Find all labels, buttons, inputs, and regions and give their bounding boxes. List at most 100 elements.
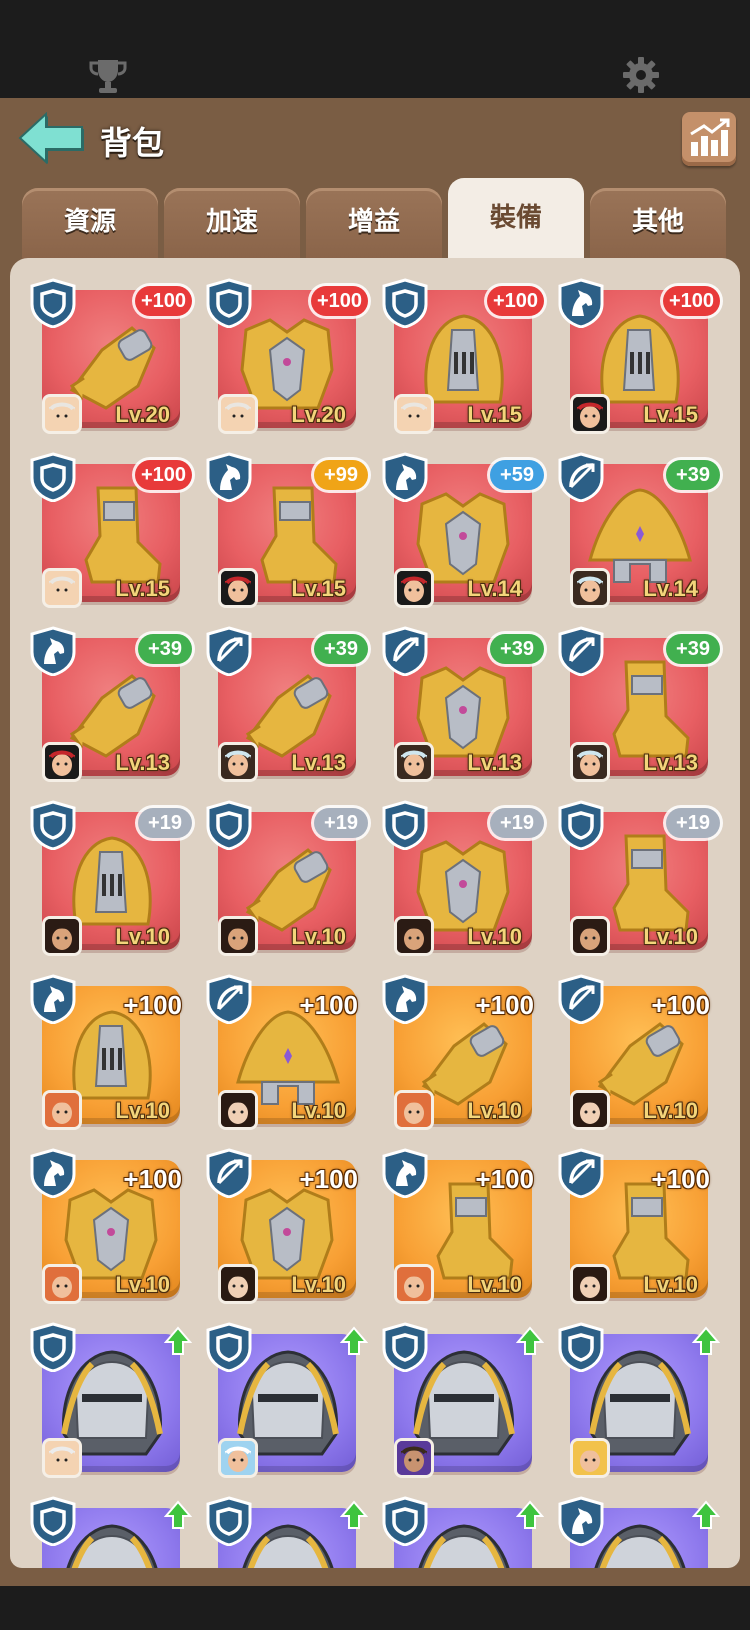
level-label: Lv.10: [467, 1098, 522, 1123]
bonus-badge: +100: [310, 286, 368, 316]
hero-avatar: [42, 916, 82, 956]
hero-avatar: [394, 1090, 434, 1130]
bow-icon: [382, 626, 428, 676]
shield-icon: [382, 1322, 428, 1372]
equipment-item[interactable]: [206, 1496, 368, 1568]
bonus-badge: +39: [490, 634, 544, 664]
equipment-item[interactable]: +100 Lv.10: [382, 974, 544, 1136]
equipment-item[interactable]: +100 Lv.10: [206, 974, 368, 1136]
hero-avatar: [570, 916, 610, 956]
tab-equipment[interactable]: 裝備: [448, 178, 584, 260]
hero-avatar: [570, 1090, 610, 1130]
hero-avatar: [218, 568, 258, 608]
equipment-item[interactable]: [382, 1496, 544, 1568]
shield-icon: [206, 1322, 252, 1372]
equipment-item[interactable]: +19 Lv.10: [30, 800, 192, 962]
horse-icon: [558, 278, 604, 328]
equipment-item[interactable]: [30, 1496, 192, 1568]
bonus-label: +100: [123, 1164, 182, 1194]
bonus-label: +100: [651, 990, 710, 1020]
tab-speedups[interactable]: 加速: [164, 188, 300, 260]
shield-icon: [382, 278, 428, 328]
tab-other[interactable]: 其他: [590, 188, 726, 260]
equipment-item[interactable]: [558, 1496, 720, 1568]
level-label: Lv.13: [115, 750, 170, 775]
equipment-item[interactable]: +100 Lv.10: [30, 1148, 192, 1310]
bow-icon: [206, 974, 252, 1024]
equipment-item[interactable]: +100 Lv.15: [382, 278, 544, 440]
equipment-item[interactable]: +100 Lv.10: [558, 974, 720, 1136]
bow-icon: [558, 974, 604, 1024]
upgrade-arrow-icon: [516, 1500, 544, 1529]
shield-icon: [558, 1322, 604, 1372]
level-label: Lv.10: [115, 1272, 170, 1297]
hero-avatar: [570, 568, 610, 608]
level-label: Lv.10: [643, 1098, 698, 1123]
equipment-item[interactable]: +39 Lv.13: [30, 626, 192, 788]
equipment-item[interactable]: +19 Lv.10: [558, 800, 720, 962]
horse-icon: [382, 1148, 428, 1198]
equipment-item[interactable]: +99 Lv.15: [206, 452, 368, 614]
tab-boosts[interactable]: 增益: [306, 188, 442, 260]
hero-avatar: [570, 394, 610, 434]
hero-avatar: [394, 742, 434, 782]
upgrade-arrow-icon: [692, 1326, 720, 1355]
horse-icon: [382, 974, 428, 1024]
level-label: Lv.10: [115, 924, 170, 949]
horse-icon: [30, 626, 76, 676]
horse-icon: [206, 452, 252, 502]
stats-button[interactable]: [682, 112, 736, 166]
level-label: Lv.10: [467, 924, 522, 949]
bonus-label: +100: [651, 1164, 710, 1194]
equipment-item[interactable]: +39 Lv.13: [558, 626, 720, 788]
equipment-item[interactable]: +39 Lv.13: [206, 626, 368, 788]
equipment-item[interactable]: [206, 1322, 368, 1484]
equipment-item[interactable]: +100 Lv.20: [30, 278, 192, 440]
equipment-item[interactable]: +19 Lv.10: [382, 800, 544, 962]
hero-avatar: [42, 1264, 82, 1304]
hero-avatar: [42, 1438, 82, 1478]
hero-avatar: [218, 1090, 258, 1130]
equipment-item[interactable]: +100 Lv.10: [206, 1148, 368, 1310]
equipment-item[interactable]: +100 Lv.15: [30, 452, 192, 614]
equipment-item[interactable]: +100 Lv.10: [558, 1148, 720, 1310]
level-label: Lv.13: [643, 750, 698, 775]
upgrade-arrow-icon: [516, 1326, 544, 1355]
equipment-item[interactable]: +59 Lv.14: [382, 452, 544, 614]
level-label: Lv.13: [291, 750, 346, 775]
trophy-icon[interactable]: [88, 58, 128, 94]
back-arrow-button[interactable]: [18, 112, 88, 168]
equipment-item[interactable]: +39 Lv.14: [558, 452, 720, 614]
chart-icon: [690, 118, 730, 156]
equipment-item[interactable]: +39 Lv.13: [382, 626, 544, 788]
upgrade-arrow-icon: [340, 1500, 368, 1529]
bow-icon: [206, 626, 252, 676]
bonus-badge: +100: [662, 286, 720, 316]
equipment-item[interactable]: [382, 1322, 544, 1484]
level-label: Lv.20: [115, 402, 170, 427]
equipment-item[interactable]: [30, 1322, 192, 1484]
hero-avatar: [42, 568, 82, 608]
equipment-item[interactable]: [558, 1322, 720, 1484]
bonus-badge: +100: [134, 460, 192, 490]
hero-avatar: [394, 394, 434, 434]
horse-icon: [558, 1496, 604, 1546]
equipment-item[interactable]: +100 Lv.10: [30, 974, 192, 1136]
tab-resources[interactable]: 資源: [22, 188, 158, 260]
horse-icon: [30, 974, 76, 1024]
shield-icon: [206, 800, 252, 850]
bow-icon: [558, 626, 604, 676]
equipment-item[interactable]: +100 Lv.20: [206, 278, 368, 440]
equipment-item[interactable]: +19 Lv.10: [206, 800, 368, 962]
shield-icon: [206, 1496, 252, 1546]
bonus-label: +100: [123, 990, 182, 1020]
equipment-item[interactable]: +100 Lv.10: [382, 1148, 544, 1310]
equipment-item[interactable]: +100 Lv.15: [558, 278, 720, 440]
hero-avatar: [570, 1264, 610, 1304]
item-list[interactable]: +100 Lv.20 +100 Lv.20 +100 Lv.15 +100 Lv…: [10, 258, 740, 1568]
hero-avatar: [42, 1090, 82, 1130]
level-label: Lv.10: [643, 1272, 698, 1297]
hero-avatar: [218, 742, 258, 782]
gear-icon[interactable]: [622, 56, 660, 94]
hero-avatar: [394, 1264, 434, 1304]
